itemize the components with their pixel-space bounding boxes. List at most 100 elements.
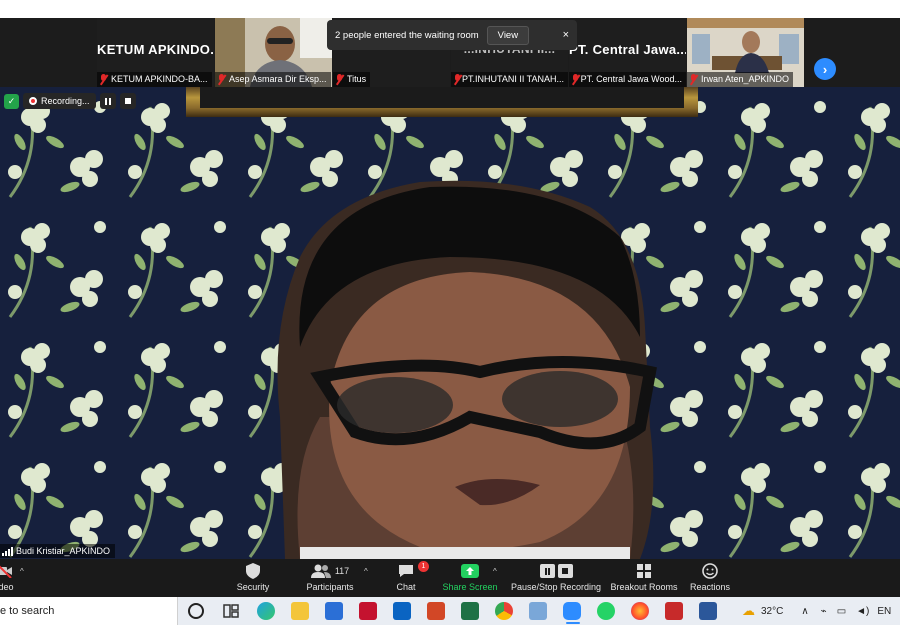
participant-label: KETUM APKINDO-BA... — [97, 72, 212, 87]
security-label: Security — [236, 582, 270, 592]
mail-icon[interactable] — [393, 602, 411, 620]
video-options-caret[interactable]: ^ — [20, 567, 24, 576]
participant-tile[interactable]: Asep Asmara Dir Eksp... — [215, 18, 332, 87]
participant-label: PT. Central Jawa Wood... — [569, 72, 686, 87]
battery-icon[interactable]: ▭ — [837, 606, 846, 617]
whatsapp-icon[interactable] — [597, 602, 615, 620]
participant-label: Titus — [333, 72, 371, 87]
waiting-room-notification: 2 people entered the waiting room View × — [327, 20, 577, 50]
participant-name: Irwan Aten_APKINDO — [701, 74, 790, 84]
pause-icon — [104, 97, 111, 105]
participant-name: Asep Asmara Dir Eksp... — [229, 74, 327, 84]
zoom-active-indicator — [566, 622, 580, 624]
widgets-icon[interactable] — [222, 602, 240, 620]
speaker-video-frame — [0, 87, 900, 559]
view-waiting-room-button[interactable]: View — [486, 25, 530, 45]
chevron-right-icon: › — [822, 61, 828, 77]
share-options-caret[interactable]: ^ — [493, 567, 497, 576]
temperature[interactable]: 32°C — [761, 606, 783, 617]
share-screen-button[interactable]: Share Screen — [440, 562, 500, 592]
participant-name: KETUM APKINDO-BA... — [111, 74, 208, 84]
task-view-icon[interactable] — [188, 603, 204, 619]
recording-controls-icon — [508, 562, 604, 580]
reactions-label: Reactions — [689, 582, 731, 592]
smiley-icon — [686, 562, 734, 580]
zoom-icon[interactable] — [563, 602, 581, 620]
speaker-name-tag: Budi Kristiar_APKINDO — [0, 544, 116, 558]
shield-icon: ✓ — [4, 93, 19, 109]
close-icon[interactable]: × — [563, 29, 569, 41]
speaker-name: Budi Kristiar_APKINDO — [16, 546, 111, 556]
mic-muted-icon — [453, 74, 460, 85]
video-label: ideo — [0, 582, 14, 592]
language-indicator[interactable]: EN — [877, 606, 891, 617]
powerpoint-icon[interactable] — [427, 602, 445, 620]
mic-muted-icon — [571, 74, 578, 85]
participant-name: Titus — [347, 74, 367, 84]
mic-muted-icon — [99, 74, 108, 85]
weather-icon[interactable]: ☁ — [742, 603, 755, 619]
participants-count: 117 — [334, 566, 350, 576]
image-viewer-icon[interactable] — [529, 602, 547, 620]
participant-name: PT.INHUTANI II TANAH... — [461, 74, 564, 84]
chat-icon: 1 — [390, 561, 429, 580]
word-icon[interactable] — [699, 602, 717, 620]
share-screen-label: Share Screen — [442, 582, 498, 592]
firefox-icon[interactable] — [631, 602, 649, 620]
record-dot-icon — [29, 97, 37, 105]
participant-name: PT. Central Jawa Wood... — [580, 74, 682, 84]
pause-stop-recording-button[interactable]: Pause/Stop Recording — [508, 562, 604, 592]
security-button[interactable]: Security — [228, 562, 278, 592]
recording-indicator: ✓ Recording... — [4, 93, 136, 109]
chat-unread-badge: 1 — [418, 561, 429, 572]
taskbar-search-input[interactable]: e to search — [0, 597, 178, 625]
network-icon[interactable]: ⌁ — [821, 606, 827, 617]
participants-options-caret[interactable]: ^ — [364, 567, 368, 576]
chat-button[interactable]: 1 Chat — [390, 561, 429, 592]
active-speaker-video: ✓ Recording... Budi Kristiar_APKINDO — [0, 87, 900, 559]
video-icon — [0, 562, 20, 580]
meeting-toolbar: ideo ^ Security 117 Participants ^ 1 Cha… — [0, 559, 900, 597]
participant-name-large: PT. Central Jawa... — [569, 42, 686, 57]
video-button[interactable]: ideo — [0, 562, 20, 592]
notification-text: 2 people entered the waiting room — [335, 29, 479, 41]
chevron-up-icon[interactable]: ∧ — [801, 606, 808, 617]
system-tray: ☁ 32°C ∧ ⌁ ▭ ◄) EN — [742, 597, 891, 625]
participant-name-large: KETUM APKINDO... — [97, 42, 214, 57]
window-top-bar — [0, 0, 900, 18]
share-screen-icon — [440, 562, 500, 580]
pause-recording-button[interactable] — [99, 93, 116, 109]
participants-label: Participants — [306, 582, 354, 592]
breakout-rooms-button[interactable]: Breakout Rooms — [608, 562, 680, 592]
participant-label: Asep Asmara Dir Eksp... — [215, 72, 331, 87]
participants-icon: 117 — [303, 562, 357, 580]
reactions-button[interactable]: Reactions — [686, 562, 734, 592]
participant-label: Irwan Aten_APKINDO — [687, 72, 794, 87]
edge-browser-icon[interactable] — [257, 602, 275, 620]
recording-label: Recording... — [41, 96, 90, 106]
signal-strength-icon — [2, 546, 13, 556]
mic-muted-icon — [217, 74, 226, 85]
mcafee-icon[interactable] — [359, 602, 377, 620]
store-icon[interactable] — [325, 602, 343, 620]
participant-tile[interactable]: Irwan Aten_APKINDO — [687, 18, 804, 87]
breakout-rooms-icon — [608, 562, 680, 580]
excel-icon[interactable] — [461, 602, 479, 620]
windows-taskbar: e to search ☁ 32°C ∧ ⌁ ▭ ◄) EN — [0, 597, 900, 625]
chrome-icon[interactable] — [495, 602, 513, 620]
participants-button[interactable]: 117 Participants — [303, 562, 357, 592]
picture-frame-inner — [200, 87, 684, 108]
stop-icon — [124, 98, 131, 104]
shield-icon — [228, 562, 278, 580]
breakout-rooms-label: Breakout Rooms — [610, 582, 678, 592]
mic-muted-icon — [689, 74, 698, 85]
next-page-button[interactable]: › — [814, 58, 836, 80]
participant-tile[interactable]: PT. Central Jawa... PT. Central Jawa Woo… — [569, 18, 686, 87]
file-explorer-icon[interactable] — [291, 602, 309, 620]
stop-recording-button[interactable] — [119, 93, 136, 109]
mic-muted-icon — [335, 74, 344, 85]
app-icon[interactable] — [665, 602, 683, 620]
volume-icon[interactable]: ◄) — [856, 606, 869, 617]
recording-controls-label: Pause/Stop Recording — [510, 582, 602, 592]
participant-tile[interactable]: KETUM APKINDO... KETUM APKINDO-BA... — [97, 18, 214, 87]
